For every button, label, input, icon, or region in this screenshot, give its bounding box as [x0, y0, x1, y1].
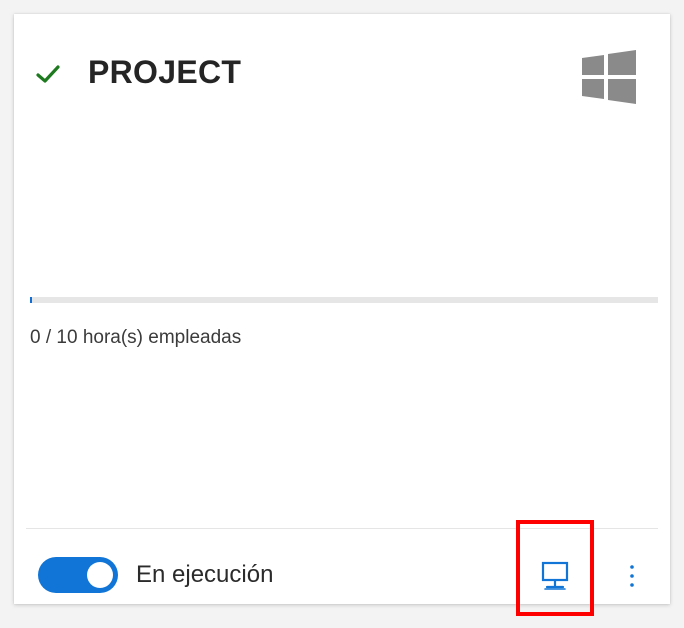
hours-progress-fill — [30, 297, 32, 303]
highlight-box — [516, 520, 594, 616]
running-toggle[interactable] — [38, 557, 118, 593]
hours-used-text: 0 / 10 hora(s) empleadas — [30, 327, 242, 348]
status-label: En ejecución — [136, 561, 274, 588]
check-icon — [36, 65, 60, 83]
project-title: PROJECT — [88, 54, 242, 90]
project-card: PROJECT 0 / 10 hora(s) empleadas En ejec… — [14, 14, 670, 616]
toggle-knob — [87, 562, 113, 588]
hours-progress-bar — [30, 297, 658, 303]
more-vertical-icon[interactable] — [624, 563, 640, 589]
windows-icon — [582, 50, 636, 104]
